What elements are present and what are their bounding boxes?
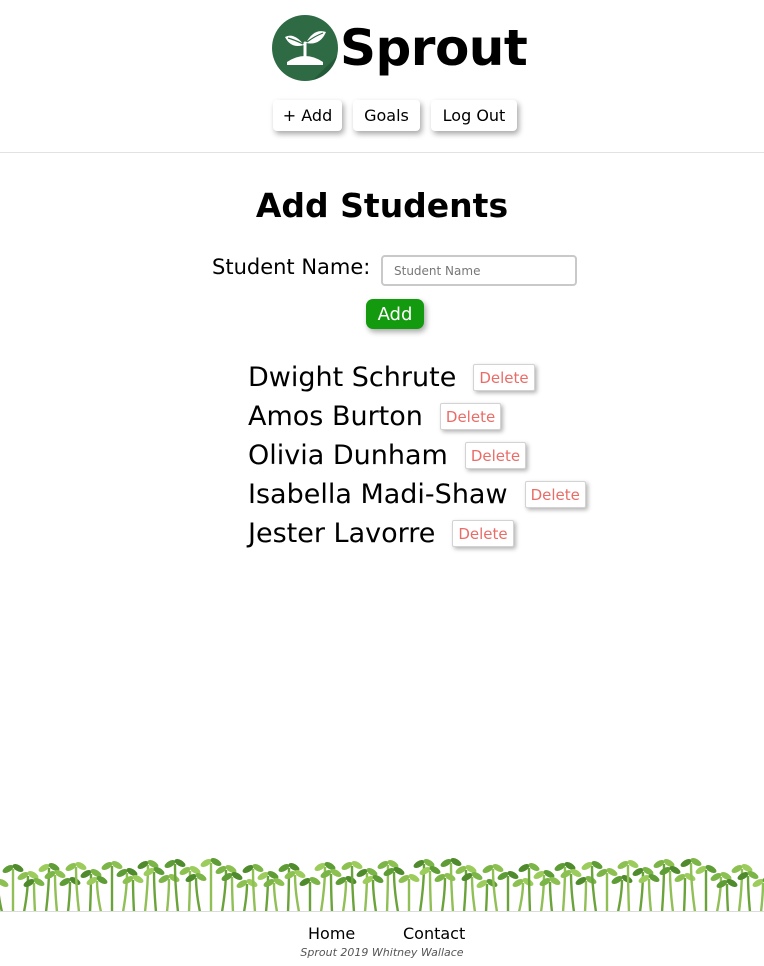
student-name: Dwight Schrute (248, 362, 457, 393)
copyright-text: Sprout 2019 Whitney Wallace (300, 946, 464, 959)
sprout-stem (413, 859, 435, 912)
student-row: Olivia Dunham Delete (248, 436, 586, 475)
brand-name: Sprout (340, 19, 528, 77)
student-name-input[interactable] (381, 255, 577, 286)
footer-contact-link[interactable]: Contact (403, 924, 465, 943)
sprout-stem (710, 872, 732, 912)
sprout-stem (596, 868, 618, 912)
student-name-label: Student Name: (212, 255, 371, 279)
student-list: Dwight Schrute Delete Amos Burton Delete… (248, 358, 586, 553)
nav-logout-button[interactable]: Log Out (431, 100, 517, 131)
delete-student-button[interactable]: Delete (464, 442, 527, 469)
sprout-stem (17, 871, 39, 912)
main-nav: + Add Goals Log Out (0, 100, 764, 134)
sprout-stem (497, 871, 519, 912)
sprout-stem (512, 878, 534, 912)
sprout-stem (680, 858, 702, 912)
sprout-stem (86, 876, 108, 912)
delete-student-button[interactable]: Delete (473, 364, 535, 391)
add-student-button[interactable]: Add (366, 299, 424, 329)
sprout-stem (101, 861, 123, 912)
sprout-stem (215, 865, 237, 912)
student-row: Isabella Madi-Shaw Delete (248, 475, 586, 514)
sprout-stem (398, 874, 420, 912)
sprout-stem (752, 878, 764, 912)
brand[interactable]: Sprout (272, 14, 528, 82)
delete-student-button[interactable]: Delete (524, 481, 586, 508)
site-header: Sprout + Add Goals Log Out (0, 0, 764, 153)
nav-goals-button[interactable]: Goals (353, 100, 420, 131)
student-row: Jester Lavorre Delete (248, 514, 586, 553)
sprouts-border-image (0, 858, 764, 912)
student-name: Olivia Dunham (248, 440, 448, 471)
sprout-stem (611, 875, 633, 912)
delete-student-button[interactable]: Delete (452, 520, 514, 547)
student-row: Amos Burton Delete (248, 397, 586, 436)
sprout-stem (185, 873, 207, 912)
sprout-stem (383, 867, 405, 912)
footer-nav: Home Contact (0, 924, 764, 946)
sprout-stem (695, 865, 717, 912)
sprout-stem (482, 864, 504, 912)
page-title: Add Students (255, 186, 509, 225)
footer-divider (0, 911, 764, 912)
page: Sprout + Add Goals Log Out Add Students … (0, 0, 764, 966)
delete-student-button[interactable]: Delete (439, 403, 502, 430)
sprout-logo-icon (272, 15, 338, 81)
sprout-stem (299, 877, 321, 912)
nav-add-button[interactable]: + Add (273, 100, 342, 131)
sprout-stem (200, 858, 222, 912)
sprout-stem (314, 862, 336, 912)
sprout-stem (284, 870, 306, 912)
footer-home-link[interactable]: Home (308, 924, 355, 943)
student-name: Amos Burton (248, 401, 423, 432)
sprout-stem (581, 861, 603, 912)
student-name: Isabella Madi-Shaw (248, 479, 508, 510)
sprout-stem (2, 864, 24, 912)
student-name: Jester Lavorre (248, 518, 436, 549)
sprout-stem (116, 868, 138, 912)
sprout-stem (0, 879, 9, 912)
student-row: Dwight Schrute Delete (248, 358, 586, 397)
